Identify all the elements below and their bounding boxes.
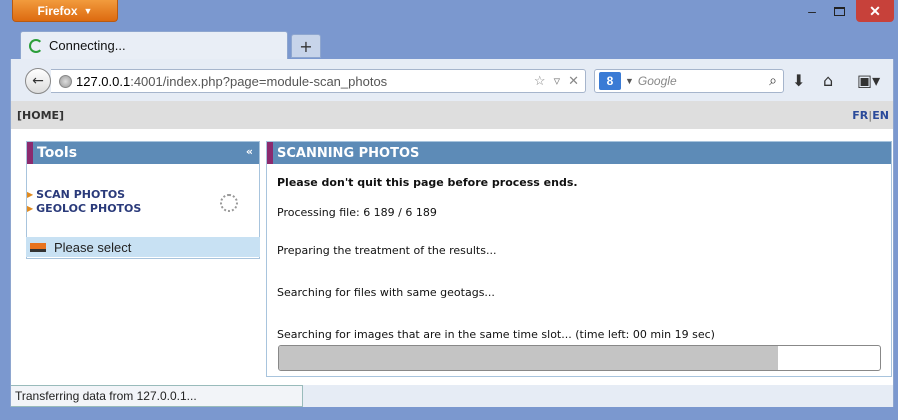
back-arrow-icon: ← <box>32 73 44 89</box>
select-label: Please select <box>54 239 132 255</box>
processing-status: Processing file: 6 189 / 6 189 <box>277 206 437 219</box>
browser-tab[interactable]: Connecting... <box>20 31 288 59</box>
arrow-right-icon: ▶ <box>27 204 34 213</box>
menu-item-label: GEOLOC PHOTOS <box>36 202 142 215</box>
page-content: [HOME] FR|EN Tools « ▶ SCAN PHOTOS ▶ GEO… <box>10 101 894 385</box>
menu-item-scan-photos[interactable]: ▶ SCAN PHOTOS <box>27 188 141 202</box>
search-engine-icon[interactable]: 8 <box>599 72 621 90</box>
scanning-header: SCANNING PHOTOS <box>267 142 891 164</box>
stop-icon[interactable]: ✕ <box>568 73 579 89</box>
menu-item-label: SCAN PHOTOS <box>36 188 126 201</box>
globe-icon <box>59 74 72 88</box>
language-switcher: FR|EN <box>852 109 889 122</box>
bookmark-star-icon[interactable]: ☆ <box>534 73 546 89</box>
firefox-menu-button[interactable]: Firefox ▼ <box>12 0 118 22</box>
plus-icon: + <box>299 36 313 56</box>
status-text: Transferring data from 127.0.0.1... <box>11 385 303 407</box>
dropdown-arrow-icon[interactable]: ▿ <box>554 73 561 89</box>
close-icon: ✕ <box>869 2 881 19</box>
search-icon[interactable]: ⌕ <box>769 72 777 89</box>
select-bar[interactable]: Please select <box>26 237 260 257</box>
tools-menu: ▶ SCAN PHOTOS ▶ GEOLOC PHOTOS <box>27 188 141 216</box>
timeslot-status: Searching for images that are in the sam… <box>277 328 715 341</box>
tab-title: Connecting... <box>49 38 126 53</box>
url-path: :4001/index.php?page=module-scan_photos <box>130 73 388 89</box>
url-host: 127.0.0.1 <box>76 73 131 89</box>
flag-icon <box>30 242 46 252</box>
arrow-right-icon: ▶ <box>27 190 34 199</box>
firefox-menu-label: Firefox <box>37 3 78 18</box>
tools-title: Tools <box>37 145 78 161</box>
download-icon[interactable]: ⬇ <box>792 71 805 90</box>
progress-bar <box>278 345 881 371</box>
url-bar[interactable]: 127.0.0.1:4001/index.php?page=module-sca… <box>51 69 586 93</box>
tools-header: Tools « <box>27 142 259 164</box>
maximize-button[interactable] <box>827 0 851 22</box>
collapse-icon[interactable]: « <box>246 145 253 158</box>
home-icon[interactable]: ⌂ <box>823 71 833 90</box>
top-bar: [HOME] FR|EN <box>11 101 893 129</box>
status-bar: Transferring data from 127.0.0.1... <box>10 385 894 407</box>
chevron-down-icon[interactable]: ▼ <box>625 76 634 86</box>
preparing-status: Preparing the treatment of the results..… <box>277 244 497 257</box>
menu-item-geoloc-photos[interactable]: ▶ GEOLOC PHOTOS <box>27 202 141 216</box>
back-button[interactable]: ← <box>25 68 51 94</box>
lang-en-link[interactable]: EN <box>872 109 889 122</box>
navigation-bar: ← 127.0.0.1:4001/index.php?page=module-s… <box>10 59 894 101</box>
url-bar-icons: ☆ ▿ ✕ <box>534 73 579 89</box>
scanning-title: SCANNING PHOTOS <box>277 145 420 161</box>
search-box[interactable]: 8 ▼ Google ⌕ <box>594 69 784 93</box>
minimize-button[interactable]: – <box>800 0 824 22</box>
progress-fill <box>279 346 778 370</box>
bookmarks-menu-icon[interactable]: ▣▾ <box>857 71 880 90</box>
maximize-icon <box>833 6 845 16</box>
scanning-body: Please don't quit this page before proce… <box>267 164 891 341</box>
header-marker <box>27 142 33 164</box>
geotags-status: Searching for files with same geotags... <box>277 286 495 299</box>
loading-spinner-icon <box>29 38 43 53</box>
header-marker <box>267 142 273 164</box>
search-placeholder: Google <box>637 74 677 88</box>
lang-fr-link[interactable]: FR <box>852 109 868 122</box>
warning-text: Please don't quit this page before proce… <box>277 176 578 189</box>
close-button[interactable]: ✕ <box>856 0 894 22</box>
chevron-down-icon: ▼ <box>83 5 93 16</box>
browser-window: Firefox ▼ – ✕ Connecting... + ← 127.0.0.… <box>0 0 898 420</box>
new-tab-button[interactable]: + <box>291 34 321 58</box>
loading-spinner-icon <box>220 194 238 212</box>
scanning-panel: SCANNING PHOTOS Please don't quit this p… <box>266 141 892 377</box>
home-link[interactable]: [HOME] <box>17 109 64 122</box>
